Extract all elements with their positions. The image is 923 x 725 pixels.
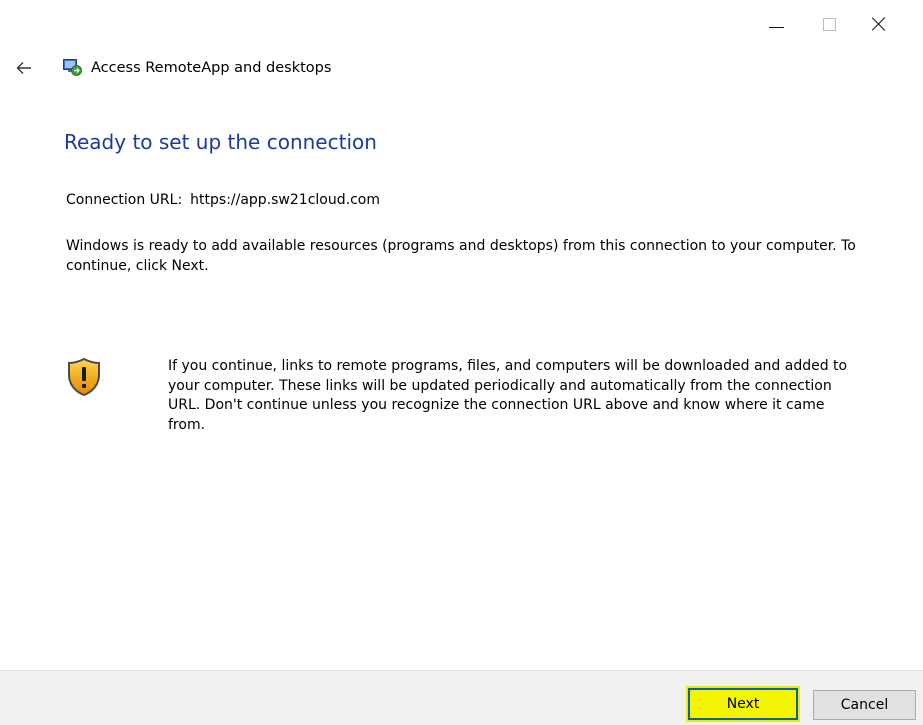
close-button[interactable]: [859, 8, 899, 40]
back-button[interactable]: [12, 58, 36, 78]
cancel-button[interactable]: Cancel: [813, 690, 916, 720]
page-heading: Ready to set up the connection: [64, 130, 377, 154]
window-title: Access RemoteApp and desktops: [91, 60, 332, 76]
dialog-footer: Next Cancel: [0, 670, 923, 725]
connection-url-label: Connection URL:: [66, 192, 183, 208]
back-arrow-icon: [16, 62, 31, 74]
next-button[interactable]: Next: [686, 686, 800, 722]
maximize-button[interactable]: [809, 8, 849, 40]
connection-url-value: https://app.sw21cloud.com: [190, 192, 380, 208]
dialog-window: Access RemoteApp and desktops Ready to s…: [0, 0, 923, 725]
remoteapp-icon: [63, 59, 82, 76]
maximize-icon: [822, 17, 836, 31]
minimize-icon: [768, 26, 784, 28]
ready-description: Windows is ready to add available resour…: [66, 238, 856, 274]
minimize-button[interactable]: [756, 8, 796, 40]
connection-url-row: Connection URL: https://app.sw21cloud.com: [66, 190, 380, 210]
shield-warning-icon: [68, 357, 100, 397]
close-icon: [871, 16, 887, 32]
security-warning-text: If you continue, links to remote program…: [168, 358, 848, 433]
